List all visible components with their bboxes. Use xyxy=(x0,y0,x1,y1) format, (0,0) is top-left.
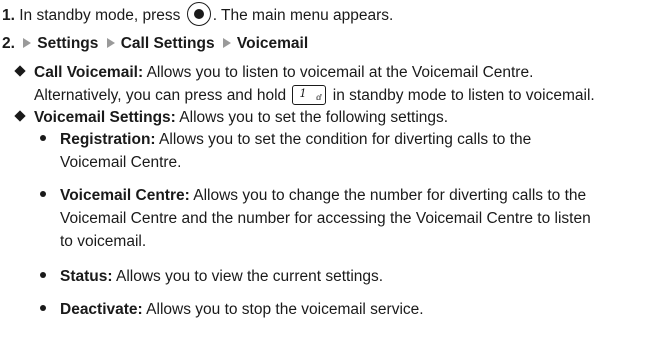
step-number: 2. xyxy=(2,35,15,52)
call-voicemail-alt-before: Alternatively, you can press and hold xyxy=(34,87,287,104)
voicemail-centre-desc-cont-2: to voicemail. xyxy=(60,233,147,250)
call-voicemail-line-2: Alternatively, you can press and hold 1ⅆ… xyxy=(34,85,595,106)
step-1-text-before: In standby mode, press xyxy=(19,7,181,24)
step-2: 2. Settings Call Settings Voicemail xyxy=(2,34,308,54)
step-1: 1. In standby mode, press . The main men… xyxy=(2,2,393,26)
dot-bullet-icon xyxy=(40,135,46,141)
call-voicemail-item: Call Voicemail: Allows you to listen to … xyxy=(14,63,534,83)
dot-bullet-icon xyxy=(40,305,46,311)
registration-line-2: Voicemail Centre. xyxy=(60,153,181,173)
step-1-text-after: . The main menu appears. xyxy=(212,7,394,24)
arrow-right-icon xyxy=(222,38,231,48)
deactivate-title: Deactivate: xyxy=(60,301,143,318)
list-item-deactivate: Deactivate: Allows you to stop the voice… xyxy=(40,300,424,320)
voicemail-centre-desc-cont-1: Voicemail Centre and the number for acce… xyxy=(60,210,591,227)
menu-path-voicemail: Voicemail xyxy=(236,35,309,52)
registration-title: Registration: xyxy=(60,131,156,148)
arrow-right-icon xyxy=(23,38,32,48)
list-item-voicemail-centre: Voicemail Centre: Allows you to change t… xyxy=(40,186,586,206)
key-1-voicemail-icon: 1ⅆ xyxy=(292,85,327,105)
call-voicemail-alt-after: in standby mode to listen to voicemail. xyxy=(328,87,595,104)
call-voicemail-desc: Allows you to listen to voicemail at the… xyxy=(143,64,534,81)
menu-path-call-settings: Call Settings xyxy=(120,35,215,52)
voicemail-settings-desc: Allows you to set the following settings… xyxy=(175,109,449,126)
deactivate-desc: Allows you to stop the voicemail service… xyxy=(142,301,424,318)
voicemail-centre-line-3: to voicemail. xyxy=(60,232,146,252)
dot-bullet-icon xyxy=(40,191,46,197)
voicemail-centre-desc: Allows you to change the number for dive… xyxy=(189,187,587,204)
registration-desc-cont: Voicemail Centre. xyxy=(60,154,182,171)
arrow-right-icon xyxy=(106,38,115,48)
diamond-bullet-icon xyxy=(14,110,26,122)
call-voicemail-title: Call Voicemail: xyxy=(34,64,144,81)
voicemail-centre-line-2: Voicemail Centre and the number for acce… xyxy=(60,209,591,229)
status-title: Status: xyxy=(60,268,113,285)
voicemail-settings-item: Voicemail Settings: Allows you to set th… xyxy=(14,108,449,128)
list-item-status: Status: Allows you to view the current s… xyxy=(40,267,383,287)
manual-page: 1. In standby mode, press . The main men… xyxy=(0,0,662,356)
dot-bullet-icon xyxy=(40,272,46,278)
status-desc: Allows you to view the current settings. xyxy=(112,268,384,285)
voicemail-settings-title: Voicemail Settings: xyxy=(34,109,176,126)
diamond-bullet-icon xyxy=(14,65,26,77)
registration-desc: Allows you to set the condition for dive… xyxy=(155,131,532,148)
ok-center-key-icon xyxy=(186,2,211,26)
list-item-registration: Registration: Allows you to set the cond… xyxy=(40,130,531,150)
menu-path-settings: Settings xyxy=(37,35,99,52)
voicemail-centre-title: Voicemail Centre: xyxy=(60,187,190,204)
step-number: 1. xyxy=(2,7,15,24)
